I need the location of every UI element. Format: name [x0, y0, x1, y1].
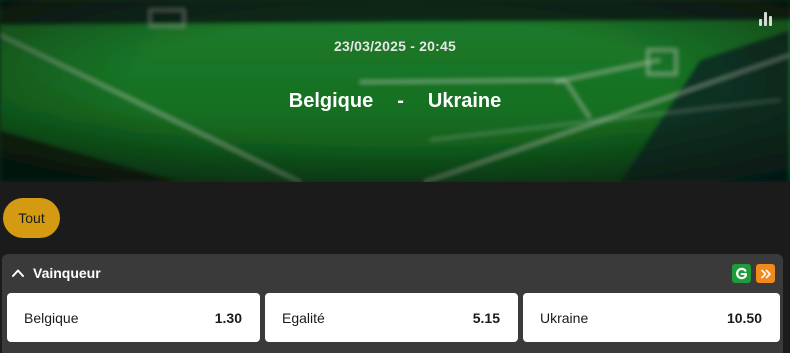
odd-button-away[interactable]: Ukraine 10.50	[523, 293, 780, 342]
g-logo-icon[interactable]	[732, 264, 751, 283]
teams-separator: -	[397, 90, 404, 112]
match-hero-banner: 23/03/2025 - 20:45 Belgique - Ukraine	[0, 0, 790, 182]
match-datetime: 23/03/2025 - 20:45	[334, 38, 456, 54]
away-team-name: Ukraine	[427, 90, 502, 112]
filter-tout-button[interactable]: Tout	[3, 198, 60, 238]
match-teams: Belgique - Ukraine	[0, 90, 790, 113]
odd-value: 1.30	[214, 309, 242, 326]
odds-row: Belgique 1.30 Egalité 5.15 Ukraine 10.50	[7, 293, 780, 342]
chevron-up-icon[interactable]	[11, 266, 25, 280]
odd-value: 5.15	[472, 309, 500, 326]
bar-chart-icon[interactable]	[758, 10, 774, 26]
odd-button-home[interactable]: Belgique 1.30	[7, 293, 260, 342]
market-title: Vainqueur	[33, 265, 101, 281]
market-vainqueur: Vainqueur Belgique 1.30 Egalité 5.15 Ukr…	[2, 254, 783, 353]
odd-label: Belgique	[24, 309, 79, 326]
odd-label: Ukraine	[540, 309, 589, 326]
odd-value: 10.50	[726, 309, 762, 326]
odd-label: Egalité	[282, 309, 325, 326]
double-chevron-right-icon[interactable]	[756, 264, 775, 283]
market-header[interactable]: Vainqueur	[2, 254, 783, 292]
home-team-name: Belgique	[288, 90, 374, 112]
market-badges	[732, 264, 775, 283]
odd-button-draw[interactable]: Egalité 5.15	[265, 293, 518, 342]
